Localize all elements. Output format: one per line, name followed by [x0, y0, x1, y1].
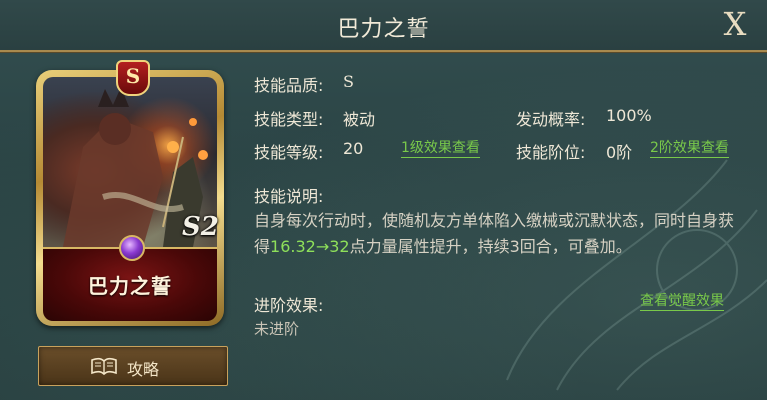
tier-label: 技能阶位: [516, 143, 586, 162]
page-title: 巴力之誓 [337, 17, 430, 42]
type-value: 被动 [343, 110, 376, 129]
chance-value: 100% [606, 106, 652, 125]
skill-detail-panel: 巴力之誓 X 巴力之誓 S S2 攻略 技能品质: S 技能类型: 被动 发动概… [0, 0, 767, 400]
level-effect-link[interactable]: 1级效果查看 [401, 140, 480, 158]
description-text-part2: 点力量属性提升，持续3回合，可叠加。 [349, 237, 632, 256]
level-value: 20 [343, 139, 364, 158]
skill-card: 巴力之誓 S S2 [36, 60, 226, 328]
quality-label: 技能品质: [254, 76, 324, 95]
advance-value: 未进阶 [254, 320, 300, 338]
rank-badge: S [116, 60, 150, 96]
type-label: 技能类型: [254, 110, 324, 129]
header-bar: 巴力之誓 X [0, 0, 767, 52]
quality-value: S [343, 72, 354, 91]
chance-label: 发动概率: [516, 110, 586, 129]
card-name: 巴力之誓 [88, 274, 172, 298]
close-button[interactable]: X [717, 6, 753, 42]
tier-effect-link[interactable]: 2阶效果查看 [650, 140, 729, 158]
season-badge: S2 [182, 212, 219, 242]
advance-label: 进阶效果: [254, 296, 324, 315]
skill-description: 自身每次行动时，使随机友方单体陷入缴械或沉默状态，同时自身获得16.32→32点… [254, 208, 744, 260]
description-label: 技能说明: [254, 187, 324, 206]
guide-button[interactable]: 攻略 [38, 346, 228, 386]
level-label: 技能等级: [254, 143, 324, 162]
description-highlight-value: 16.32→32 [270, 237, 350, 256]
tier-value: 0阶 [606, 143, 633, 162]
open-book-icon [91, 357, 117, 375]
awaken-effect-link[interactable]: 查看觉醒效果 [640, 293, 724, 311]
guide-button-label: 攻略 [127, 360, 160, 379]
purple-gem-icon [119, 235, 145, 261]
